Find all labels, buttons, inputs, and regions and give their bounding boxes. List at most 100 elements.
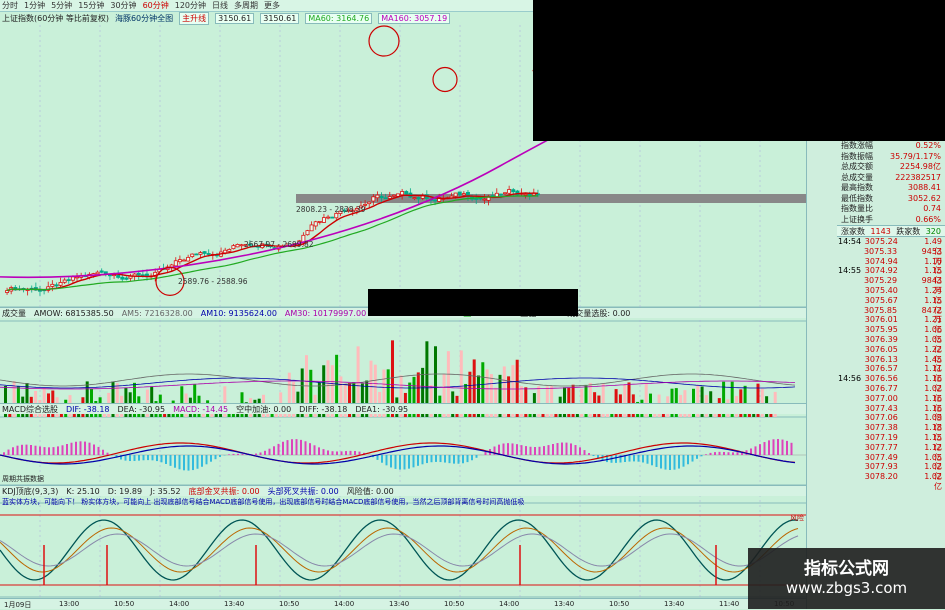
kdj-title[interactable]: KDJ顶底(9,3,3) [2,486,58,496]
tick-volume: 1.16亿 [924,403,942,423]
tick-price: 3077.43 [864,403,898,413]
time-axis-label: 13:00 [59,600,80,608]
tick-price: 3077.93 [864,462,898,472]
time-axis-label: 13:40 [554,600,575,608]
candle-body [116,274,121,278]
stat-label: 总成交量 [841,172,873,182]
candle-body [95,271,100,275]
tab-5[interactable]: 60分钟 [143,0,169,11]
indicator-icon-label[interactable]: 海豚60分钟全图 [115,13,173,24]
tab-1[interactable]: 1分钟 [24,0,45,11]
volume-am5: AM5: 7216328.00 [121,308,193,318]
tick-row: 3074.94 1.10亿 [835,257,945,276]
macd-panel [0,439,806,471]
candle-body [461,193,466,196]
candle-body [120,276,125,280]
tab-9[interactable]: 更多 [264,0,280,11]
macd-dea: DEA: -30.95 [117,404,166,414]
time-axis-label: 10:50 [609,600,630,608]
candle-body [326,216,331,219]
tab-7[interactable]: 日线 [212,0,228,11]
tick-price: 3076.01 [864,315,898,325]
candle-body [62,279,67,283]
tab-3[interactable]: 15分钟 [78,0,104,11]
stat-value: 2254.98亿 [899,162,941,171]
price-annotation-2: 2667.97 - 2699.82 [244,240,314,249]
tick-volume: 1.15亿 [924,295,942,315]
time-axis-label: 14:00 [169,600,190,608]
macd-title[interactable]: MACD综合选股 [2,404,58,414]
tab-6[interactable]: 120分钟 [175,0,206,11]
tick-price: 3076.05 [864,344,898,354]
candle-body [99,270,104,273]
tick-row: 3076.13 1.45亿 [835,355,945,374]
tick-time [835,364,865,374]
candle-body [309,224,314,232]
candle-body [330,216,335,219]
tick-time [835,325,865,335]
tab-2[interactable]: 5分钟 [51,0,72,11]
up-down-count: 涨家数 1143 跌家数 320 [837,225,945,237]
candle-body [231,245,236,250]
candle-body [38,289,42,292]
time-axis-label: 14:00 [334,600,355,608]
redacted-region-top [533,0,945,141]
tick-price: 3077.00 [864,393,898,403]
tick-price: 3076.39 [864,334,898,344]
kdj-top-cross: 头部死叉共振: 0.00 [267,486,339,496]
macd-dif: DIF: -38.18 [65,404,110,414]
tick-time [835,276,864,286]
candle-body [367,201,372,205]
tick-price: 3075.95 [864,325,898,335]
candle-body [124,277,129,280]
tick-price: 3078.20 [864,472,898,482]
highlight-circle [368,25,400,57]
volume-title[interactable]: 成交量 [2,308,26,318]
tick-row: 3076.01 1.21亿 [835,315,945,334]
candle-body [186,256,191,262]
macd-dif-line [0,442,796,464]
tick-volume: 1.18亿 [924,423,942,442]
candle-body [235,243,240,248]
tab-8[interactable]: 多周期 [234,0,258,11]
stat-value: 3088.41 [907,183,941,192]
candle-body [379,195,384,199]
index-name[interactable]: 上证指数(60分钟 等比前复权) [2,13,109,24]
watermark-url: www.zbgs3.com [785,579,908,597]
kdj-description: 蓝实体方块，可能向下！ 粉实体方块，可能向上 出现底部信号结合MACD底部信号使… [2,498,525,506]
stat-row: 指数量比 0.74 [837,204,945,215]
tick-volume: 1.05亿 [924,452,942,472]
tick-row: 3075.95 1.06亿 [835,325,945,344]
tick-row: 3077.38 1.18亿 [835,423,945,442]
redacted-region-mid [368,289,578,316]
kdj-d-line [0,533,799,567]
candle-body [50,283,55,287]
tick-time [835,355,865,365]
tick-volume: 1.49亿 [924,237,942,256]
kdj-panel [0,514,806,586]
tick-row: 3076.57 1.11亿 [835,364,945,383]
tick-row: 3077.93 1.02亿 [835,462,945,481]
tick-row: 3077.43 1.16亿 [835,403,945,423]
watermark-title: 指标公式网 [804,559,889,579]
macd-value: MACD: -14.45 [173,404,229,414]
tick-price: 3075.40 [864,285,898,295]
candle-body [313,221,318,227]
tick-volume: 1.02亿 [924,472,942,491]
tick-row: 14:54 3075.24 1.49亿 [835,237,945,256]
tick-row: 3076.39 1.05亿 [835,334,945,354]
tab-0[interactable]: 分时 [2,0,18,11]
kdj-risk: 风险值: 0.00 [346,486,394,496]
candle-body [412,197,417,200]
candle-body [194,253,199,256]
time-axis: 1月09日 13:00 10:50 14:00 13:40 10:50 14:00 13:40… [0,598,806,609]
candle-body [70,276,75,281]
stat-row: 上证换手 0.66% [837,215,945,226]
candle-body [416,197,421,200]
tick-time [835,404,865,414]
candle-body [375,194,380,199]
stat-row: 指数涨幅 0.52% [837,141,945,152]
watermark: 指标公式网 www.zbgs3.com [748,548,945,609]
tick-list[interactable]: 14:54 3075.24 1.49亿 3075.33 9453万 3074.94 1.10… [835,237,945,491]
tab-4[interactable]: 30分钟 [110,0,136,11]
